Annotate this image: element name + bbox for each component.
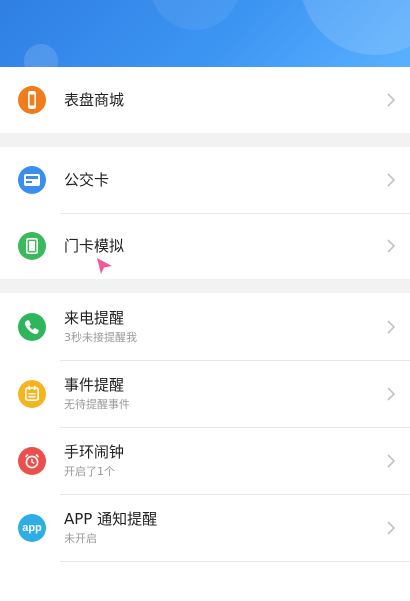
- menu-item-text: 来电提醒 3秒未接提醒我: [64, 308, 386, 345]
- menu-item-band-alarm[interactable]: 手环闹钟 开启了1个: [0, 427, 410, 494]
- menu-item-text: 手环闹钟 开启了1个: [64, 442, 386, 479]
- menu-item-text: APP 通知提醒 未开启: [64, 509, 386, 546]
- header-decoration-circle: [150, 0, 240, 30]
- app-icon: app: [18, 513, 46, 542]
- section-divider: [0, 133, 410, 147]
- alarm-clock-icon: [18, 446, 46, 475]
- menu-item-title: 表盘商城: [64, 91, 125, 109]
- header-decoration-circle: [300, 0, 410, 55]
- settings-group-reminders: 来电提醒 3秒未接提醒我 事件提醒 无待提醒事件 手环闹钟 开启了1个 app …: [0, 293, 410, 601]
- menu-item-subtitle: 未开启: [64, 532, 97, 545]
- menu-item-app-notifications[interactable]: app APP 通知提醒 未开启: [0, 494, 410, 561]
- door-card-icon: [18, 232, 46, 260]
- chevron-right-icon: [386, 319, 396, 335]
- chevron-right-icon: [386, 238, 396, 254]
- chevron-right-icon: [386, 172, 396, 188]
- menu-item-title: 公交卡: [64, 171, 110, 189]
- chevron-right-icon: [386, 386, 396, 402]
- menu-item-transit-card[interactable]: 公交卡: [0, 147, 410, 213]
- menu-item-subtitle: 无待提醒事件: [64, 398, 130, 411]
- menu-item-title: 来电提醒: [64, 309, 125, 327]
- section-divider: [0, 279, 410, 293]
- pointer-cursor-icon: [96, 257, 114, 279]
- menu-item-text: 门卡模拟: [64, 236, 386, 256]
- menu-item-door-card[interactable]: 门卡模拟: [0, 213, 410, 279]
- menu-item-title: 手环闹钟: [64, 443, 125, 461]
- header-banner: [0, 0, 410, 67]
- menu-item-text: 公交卡: [64, 170, 386, 190]
- menu-item-watch-face-store[interactable]: 表盘商城: [0, 67, 410, 133]
- menu-item-text: 表盘商城: [64, 90, 386, 110]
- settings-group-store: 表盘商城: [0, 67, 410, 133]
- chevron-right-icon: [386, 453, 396, 469]
- menu-item-title: APP 通知提醒: [64, 510, 158, 528]
- menu-item-call-reminder[interactable]: 来电提醒 3秒未接提醒我: [0, 293, 410, 360]
- menu-item-text: 事件提醒 无待提醒事件: [64, 375, 386, 412]
- menu-item-subtitle: 开启了1个: [64, 465, 115, 478]
- bus-card-icon: [18, 166, 46, 194]
- menu-item-title: 事件提醒: [64, 376, 125, 394]
- header-decoration-circle: [24, 44, 58, 67]
- menu-item-event-reminder[interactable]: 事件提醒 无待提醒事件: [0, 360, 410, 427]
- menu-item-subtitle: 3秒未接提醒我: [64, 331, 137, 344]
- watch-icon: [18, 86, 46, 114]
- menu-item-partial[interactable]: [0, 561, 410, 601]
- calendar-icon: [18, 379, 46, 408]
- app-icon-label: app: [22, 521, 42, 534]
- chevron-right-icon: [386, 92, 396, 108]
- menu-item-title: 门卡模拟: [64, 237, 125, 255]
- phone-icon: [18, 312, 46, 341]
- chevron-right-icon: [386, 520, 396, 536]
- settings-group-cards: 公交卡 门卡模拟: [0, 147, 410, 279]
